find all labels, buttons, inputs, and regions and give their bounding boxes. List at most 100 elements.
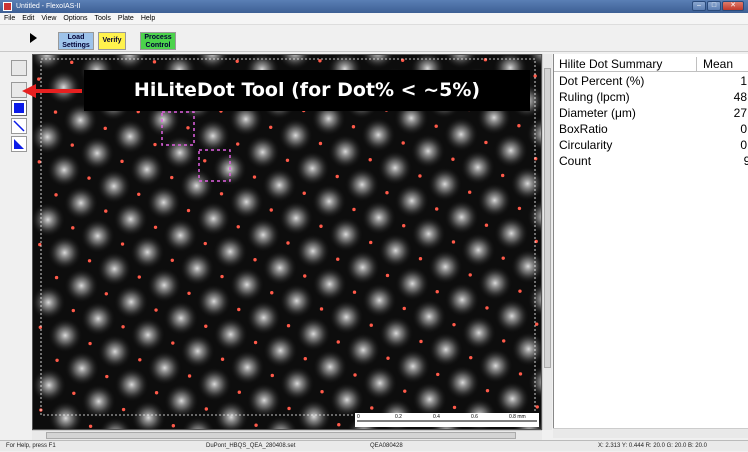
dot-center bbox=[37, 77, 41, 81]
dot-center bbox=[53, 110, 58, 114]
dot-center bbox=[186, 208, 191, 213]
verify-button[interactable]: Verify bbox=[98, 32, 126, 50]
halftone-image: 0 0.2 0.4 0.6 0.8 mm bbox=[33, 55, 541, 429]
dot-center bbox=[269, 208, 273, 212]
dot-center bbox=[452, 322, 456, 327]
dot-center bbox=[252, 175, 257, 179]
window-title: Untitled - FlexoIAS-II bbox=[16, 3, 81, 10]
dot-center bbox=[352, 290, 357, 294]
load-settings-label-1: Load bbox=[67, 34, 85, 41]
dot-center bbox=[370, 406, 374, 410]
dot-center bbox=[517, 206, 522, 211]
title-bar: Untitled - FlexoIAS-II – □ ✕ bbox=[0, 0, 748, 13]
summary-header-mean[interactable]: Mean bbox=[696, 57, 733, 71]
triangle-tool-icon[interactable] bbox=[11, 136, 27, 152]
scale-bar: 0 0.2 0.4 0.6 0.8 mm bbox=[355, 413, 539, 427]
menu-file[interactable]: File bbox=[4, 13, 15, 24]
summary-header: Hilite Dot Summary Mean bbox=[554, 54, 748, 72]
menu-help[interactable]: Help bbox=[141, 13, 155, 24]
dot-center bbox=[104, 292, 109, 296]
summary-horizontal-scrollbar[interactable] bbox=[553, 428, 748, 438]
close-button[interactable]: ✕ bbox=[722, 1, 744, 11]
dot-center bbox=[485, 388, 490, 393]
summary-row-label: Count bbox=[559, 154, 592, 168]
dot-center bbox=[385, 191, 389, 195]
dot-center bbox=[318, 141, 323, 146]
dot-center bbox=[171, 341, 175, 345]
image-vertical-scrollbar[interactable] bbox=[542, 54, 552, 430]
menu-edit[interactable]: Edit bbox=[22, 13, 34, 24]
menu-plate[interactable]: Plate bbox=[118, 13, 134, 24]
dot-center bbox=[337, 422, 341, 427]
process-control-button[interactable]: Process Control bbox=[140, 32, 176, 50]
dot-center bbox=[269, 125, 273, 129]
window-controls: – □ ✕ bbox=[692, 1, 744, 11]
dot-center bbox=[270, 291, 274, 295]
maximize-button[interactable]: □ bbox=[707, 1, 721, 11]
dot-center bbox=[451, 240, 456, 244]
dot-center bbox=[485, 306, 489, 310]
dot-center bbox=[287, 406, 291, 411]
summary-row-label: Diameter (μm) bbox=[559, 106, 636, 120]
dot-center bbox=[436, 372, 440, 377]
menu-options[interactable]: Options bbox=[63, 13, 87, 24]
menu-view[interactable]: View bbox=[41, 13, 56, 24]
dot-center bbox=[87, 176, 91, 180]
dot-center bbox=[468, 273, 472, 277]
image-horizontal-scrollbar[interactable] bbox=[32, 430, 542, 440]
verify-label: Verify bbox=[102, 37, 122, 44]
dot-center bbox=[401, 141, 405, 145]
load-settings-button[interactable]: Load Settings bbox=[58, 32, 94, 50]
dot-center bbox=[418, 257, 423, 261]
dot-center bbox=[319, 307, 324, 311]
callout-label: HiLiteDot Tool (for Dot% < ~5%) bbox=[84, 70, 530, 111]
dot-center bbox=[87, 259, 92, 263]
dot-center bbox=[369, 323, 373, 327]
dot-center bbox=[138, 358, 142, 362]
line-tool-icon[interactable] bbox=[11, 118, 27, 134]
dot-center bbox=[154, 391, 159, 395]
scale-tick-3: 0.6 bbox=[471, 414, 478, 420]
dot-center bbox=[335, 174, 339, 179]
summary-row-label: Dot Percent (%) bbox=[559, 74, 645, 88]
dot-center bbox=[484, 140, 488, 145]
status-id: QEA080428 bbox=[370, 443, 403, 449]
dot-center bbox=[402, 306, 406, 311]
dot-center bbox=[187, 374, 192, 378]
minimize-button[interactable]: – bbox=[692, 1, 706, 11]
dot-center bbox=[88, 424, 93, 428]
dot-center bbox=[120, 242, 125, 246]
fill-rect-tool-icon[interactable] bbox=[11, 100, 27, 116]
dot-center bbox=[419, 339, 423, 344]
dot-center bbox=[253, 258, 257, 262]
dot-center bbox=[302, 191, 306, 195]
dot-center bbox=[154, 308, 158, 312]
dot-center bbox=[286, 324, 291, 328]
dot-center bbox=[336, 257, 340, 261]
summary-header-label[interactable]: Hilite Dot Summary bbox=[559, 57, 693, 71]
dot-center bbox=[237, 390, 242, 394]
dot-center bbox=[236, 142, 240, 146]
play-icon[interactable] bbox=[30, 33, 37, 43]
dot-center bbox=[153, 225, 158, 229]
select-tool-icon[interactable] bbox=[11, 60, 27, 76]
dot-center bbox=[220, 274, 224, 279]
menu-tools[interactable]: Tools bbox=[95, 13, 111, 24]
dot-center bbox=[352, 207, 356, 212]
dot-center bbox=[253, 340, 258, 345]
dot-center bbox=[435, 207, 439, 211]
dot-center bbox=[336, 340, 340, 344]
dot-center bbox=[203, 241, 207, 246]
dot-center bbox=[484, 223, 489, 227]
dot-center bbox=[38, 325, 43, 330]
dot-center bbox=[237, 307, 241, 312]
dot-center bbox=[55, 358, 59, 362]
dot-center bbox=[37, 160, 41, 164]
dot-center bbox=[402, 224, 406, 228]
dot-center bbox=[319, 224, 323, 228]
summary-row: BoxRatio 0.8 bbox=[554, 122, 748, 138]
dot-center bbox=[303, 274, 307, 278]
dot-center bbox=[320, 390, 324, 394]
menu-bar: File Edit View Options Tools Plate Help bbox=[0, 13, 748, 25]
dot-center bbox=[105, 374, 109, 379]
